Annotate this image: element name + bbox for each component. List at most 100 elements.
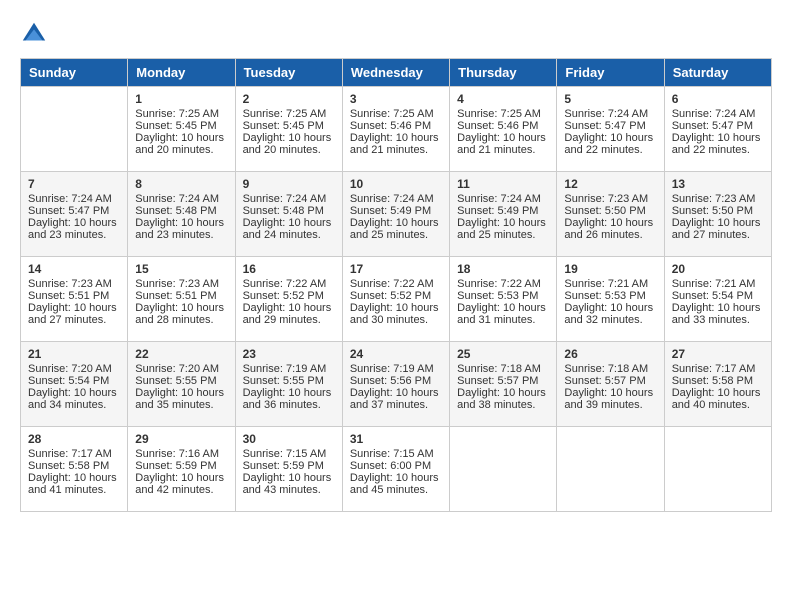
cell-content: and 40 minutes. (672, 399, 764, 411)
cell-content: Sunrise: 7:19 AM (350, 363, 442, 375)
cell-content: Daylight: 10 hours (457, 132, 549, 144)
cell-content: Sunset: 5:57 PM (564, 375, 656, 387)
day-number: 1 (135, 92, 227, 106)
calendar-cell: 21Sunrise: 7:20 AMSunset: 5:54 PMDayligh… (21, 342, 128, 427)
cell-content: Sunset: 5:55 PM (135, 375, 227, 387)
cell-content: Daylight: 10 hours (457, 302, 549, 314)
cell-content: and 27 minutes. (28, 314, 120, 326)
cell-content: Sunrise: 7:24 AM (28, 193, 120, 205)
weekday-header-saturday: Saturday (664, 59, 771, 87)
day-number: 25 (457, 347, 549, 361)
day-number: 26 (564, 347, 656, 361)
cell-content: Sunset: 5:58 PM (672, 375, 764, 387)
calendar-cell: 3Sunrise: 7:25 AMSunset: 5:46 PMDaylight… (342, 87, 449, 172)
weekday-header-tuesday: Tuesday (235, 59, 342, 87)
cell-content: Sunset: 5:56 PM (350, 375, 442, 387)
calendar-cell: 17Sunrise: 7:22 AMSunset: 5:52 PMDayligh… (342, 257, 449, 342)
calendar-cell: 1Sunrise: 7:25 AMSunset: 5:45 PMDaylight… (128, 87, 235, 172)
cell-content: Sunset: 5:59 PM (243, 460, 335, 472)
cell-content: and 27 minutes. (672, 229, 764, 241)
cell-content: Sunrise: 7:23 AM (564, 193, 656, 205)
calendar-cell: 26 Sunrise: 7:18 AMSunset: 5:57 PMDayligh… (557, 342, 664, 427)
cell-content: and 43 minutes. (243, 484, 335, 496)
day-number: 8 (135, 177, 227, 191)
day-number: 30 (243, 432, 335, 446)
cell-content: and 31 minutes. (457, 314, 549, 326)
cell-content: Sunset: 5:54 PM (28, 375, 120, 387)
cell-content: and 35 minutes. (135, 399, 227, 411)
calendar-cell: 7Sunrise: 7:24 AMSunset: 5:47 PMDaylight… (21, 172, 128, 257)
cell-content: and 41 minutes. (28, 484, 120, 496)
calendar-week-3: 14Sunrise: 7:23 AMSunset: 5:51 PMDayligh… (21, 257, 772, 342)
logo (20, 20, 50, 48)
calendar-cell: 18Sunrise: 7:22 AMSunset: 5:53 PMDayligh… (450, 257, 557, 342)
cell-content: Daylight: 10 hours (350, 302, 442, 314)
cell-content: Daylight: 10 hours (564, 387, 656, 399)
calendar-cell: 28Sunrise: 7:17 AMSunset: 5:58 PMDayligh… (21, 427, 128, 512)
cell-content: Daylight: 10 hours (243, 387, 335, 399)
calendar-cell (21, 87, 128, 172)
day-number: 19 (564, 262, 656, 276)
cell-content: Sunrise: 7:17 AM (28, 448, 120, 460)
calendar-cell: 10Sunrise: 7:24 AMSunset: 5:49 PMDayligh… (342, 172, 449, 257)
cell-content: Daylight: 10 hours (350, 217, 442, 229)
day-number: 4 (457, 92, 549, 106)
day-number: 16 (243, 262, 335, 276)
cell-content: and 42 minutes. (135, 484, 227, 496)
calendar-cell: 8Sunrise: 7:24 AMSunset: 5:48 PMDaylight… (128, 172, 235, 257)
cell-content: Daylight: 10 hours (135, 387, 227, 399)
weekday-header-friday: Friday (557, 59, 664, 87)
cell-content: Sunset: 5:49 PM (457, 205, 549, 217)
cell-content: Daylight: 10 hours (350, 472, 442, 484)
day-number: 20 (672, 262, 764, 276)
calendar-cell: 2Sunrise: 7:25 AMSunset: 5:45 PMDaylight… (235, 87, 342, 172)
cell-content: and 24 minutes. (243, 229, 335, 241)
cell-content: Sunrise: 7:25 AM (243, 108, 335, 120)
cell-content: and 22 minutes. (564, 144, 656, 156)
cell-content: Sunrise: 7:24 AM (672, 108, 764, 120)
cell-content: Daylight: 10 hours (243, 472, 335, 484)
cell-content: and 38 minutes. (457, 399, 549, 411)
page-header (20, 20, 772, 48)
cell-content: and 29 minutes. (243, 314, 335, 326)
day-number: 24 (350, 347, 442, 361)
cell-content: Sunset: 5:51 PM (28, 290, 120, 302)
day-number: 23 (243, 347, 335, 361)
day-number: 31 (350, 432, 442, 446)
cell-content: Daylight: 10 hours (350, 387, 442, 399)
cell-content: Sunset: 5:53 PM (564, 290, 656, 302)
cell-content: Sunrise: 7:18 AM (564, 363, 656, 375)
cell-content: and 28 minutes. (135, 314, 227, 326)
day-number: 29 (135, 432, 227, 446)
calendar-body: 1Sunrise: 7:25 AMSunset: 5:45 PMDaylight… (21, 87, 772, 512)
calendar-week-1: 1Sunrise: 7:25 AMSunset: 5:45 PMDaylight… (21, 87, 772, 172)
logo-icon (20, 20, 48, 48)
cell-content: and 45 minutes. (350, 484, 442, 496)
cell-content: Sunrise: 7:24 AM (457, 193, 549, 205)
day-number: 9 (243, 177, 335, 191)
cell-content: Sunset: 5:47 PM (672, 120, 764, 132)
cell-content: Sunrise: 7:18 AM (457, 363, 549, 375)
cell-content: Sunrise: 7:15 AM (243, 448, 335, 460)
cell-content: Sunset: 6:00 PM (350, 460, 442, 472)
cell-content: and 30 minutes. (350, 314, 442, 326)
cell-content: Sunrise: 7:23 AM (28, 278, 120, 290)
weekday-header-sunday: Sunday (21, 59, 128, 87)
day-number: 17 (350, 262, 442, 276)
cell-content: Sunset: 5:53 PM (457, 290, 549, 302)
cell-content: Sunrise: 7:22 AM (243, 278, 335, 290)
calendar-cell: 16Sunrise: 7:22 AMSunset: 5:52 PMDayligh… (235, 257, 342, 342)
day-number: 21 (28, 347, 120, 361)
cell-content: and 36 minutes. (243, 399, 335, 411)
calendar-cell: 9Sunrise: 7:24 AMSunset: 5:48 PMDaylight… (235, 172, 342, 257)
day-number: 27 (672, 347, 764, 361)
cell-content: Daylight: 10 hours (672, 387, 764, 399)
cell-content: Sunset: 5:59 PM (135, 460, 227, 472)
calendar-cell (557, 427, 664, 512)
calendar-header: SundayMondayTuesdayWednesdayThursdayFrid… (21, 59, 772, 87)
calendar-cell: 20Sunrise: 7:21 AMSunset: 5:54 PMDayligh… (664, 257, 771, 342)
cell-content: Sunrise: 7:24 AM (243, 193, 335, 205)
cell-content: Daylight: 10 hours (350, 132, 442, 144)
calendar-cell: 23Sunrise: 7:19 AMSunset: 5:55 PMDayligh… (235, 342, 342, 427)
weekday-header-wednesday: Wednesday (342, 59, 449, 87)
